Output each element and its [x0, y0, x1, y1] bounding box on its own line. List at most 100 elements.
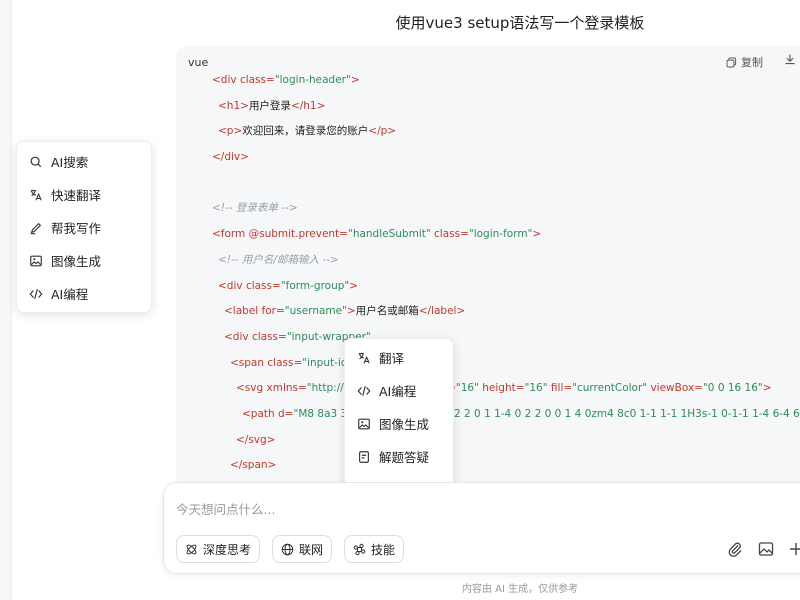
popup-menu-item-label: 图像生成	[379, 417, 430, 432]
code-block: vue 复制 <div class="login-header"> <h1>用户登…	[176, 46, 800, 486]
popup-menu-item[interactable]: 图像生成	[345, 407, 453, 440]
code-token: "16"	[524, 382, 548, 395]
image-upload-icon[interactable]	[758, 541, 774, 557]
code-token: <label	[224, 305, 262, 318]
code-token: <div	[224, 330, 252, 343]
code-token: "handleSubmit"	[347, 228, 431, 241]
code-token: a2-3a2 2 0 1 1-4 0 2 2 0 0 1 4 0zm4 8c0 …	[424, 407, 800, 420]
code-token: <form	[212, 228, 249, 241]
left-menu-item[interactable]: 图像生成	[17, 244, 151, 277]
code-icon	[357, 384, 371, 398]
skills-button[interactable]: 技能	[344, 535, 405, 563]
code-token: <p>	[218, 125, 243, 138]
code-line: <h1>用户登录</h1>	[176, 94, 800, 120]
popup-menu-item-label: 翻译	[379, 351, 405, 366]
code-line: <span class="input-icon"	[176, 351, 800, 377]
attachment-icon[interactable]	[727, 541, 743, 557]
code-token: viewBox=	[647, 382, 703, 395]
copy-icon	[726, 57, 737, 67]
code-token: <path	[242, 407, 279, 420]
code-token: xmlns=	[266, 382, 307, 395]
code-token: "form-group"	[280, 279, 350, 292]
code-token: class=	[267, 356, 303, 369]
popup-menu-item-label: 解题答疑	[379, 450, 430, 465]
search-icon	[29, 155, 43, 169]
code-token: class=	[251, 330, 287, 343]
code-line: <div class="input-wrapper"	[176, 325, 800, 351]
skills-label: 技能	[371, 542, 396, 557]
left-menu-item-label: AI搜索	[51, 155, 89, 170]
code-icon	[29, 287, 43, 301]
code-line: <p>欢迎回来，请登录您的账户</p>	[176, 119, 800, 145]
code-token: class=	[245, 279, 281, 292]
code-token: "login-header"	[274, 74, 351, 86]
download-icon	[785, 54, 795, 65]
code-line: <div class="form-group">	[176, 274, 800, 300]
image-icon	[29, 254, 43, 268]
deep-think-button[interactable]: 深度思考	[176, 535, 261, 563]
code-token: </div>	[212, 151, 249, 164]
code-token: d=	[278, 407, 294, 420]
code-token: </label>	[418, 305, 466, 318]
left-menu-item-label: 帮我写作	[51, 221, 102, 236]
translate-icon	[29, 188, 43, 202]
code-token: for=	[261, 305, 285, 318]
code-line: <svg xmlns="http://www th="16" height="1…	[176, 376, 800, 402]
left-menu-item[interactable]: 帮我写作	[17, 211, 151, 244]
left-gutter	[0, 0, 12, 600]
code-line: <!-- 用户名/邮箱输入 -->	[176, 248, 800, 274]
code-line: <form @submit.prevent="handleSubmit" cla…	[176, 222, 800, 248]
code-token: 用户登录	[248, 99, 291, 112]
web-search-button[interactable]: 联网	[272, 535, 333, 563]
chat-input[interactable]: 今天想问点什么...	[176, 499, 275, 518]
code-token: >	[346, 305, 356, 318]
composer: 今天想问点什么... 深度思考 联网 技能	[163, 482, 800, 574]
atom-icon	[186, 544, 197, 554]
code-token: "16"	[455, 382, 479, 395]
left-menu-item[interactable]: 快速翻译	[17, 178, 151, 211]
code-token: height=	[478, 382, 525, 395]
code-token: 用户名或邮箱	[355, 305, 419, 318]
code-token: <h1>	[218, 99, 249, 112]
left-quick-menu: AI搜索快速翻译帮我写作图像生成 AI编程	[16, 141, 152, 313]
code-token: <div	[218, 279, 246, 292]
code-token: fill=	[547, 382, 573, 395]
left-menu-item[interactable]: AI搜索	[17, 145, 151, 178]
code-token: class=	[239, 74, 275, 86]
code-line: <div class="login-header">	[176, 68, 800, 94]
code-line: </div>	[176, 145, 800, 171]
doc-icon	[357, 450, 371, 464]
code-line: </span>	[176, 453, 800, 479]
code-token: "login-form"	[468, 228, 533, 241]
deep-think-label: 深度思考	[203, 542, 252, 557]
code-token: </p>	[368, 125, 397, 138]
left-menu-item-label: AI编程	[51, 287, 89, 302]
globe-icon	[281, 543, 294, 555]
code-token: <!-- 登录表单 -->	[212, 202, 298, 215]
download-button[interactable]	[784, 53, 796, 68]
code-token: @submit.prevent=	[248, 228, 348, 241]
pen-icon	[29, 221, 43, 235]
popup-menu-item[interactable]: AI编程	[345, 374, 453, 407]
plus-icon[interactable]	[788, 541, 800, 557]
code-token: <!-- 用户名/邮箱输入 -->	[218, 253, 339, 266]
code-line: </svg>	[176, 428, 800, 454]
image-icon	[357, 417, 371, 431]
popup-menu-item[interactable]: 翻译	[345, 341, 453, 374]
left-menu-item-label: 图像生成	[51, 254, 102, 269]
command-icon	[353, 543, 366, 555]
popup-menu-item-label: AI编程	[379, 384, 417, 399]
code-token: <div	[212, 74, 240, 86]
code-token: "username"	[284, 305, 347, 318]
popup-menu-item[interactable]: 解题答疑	[345, 440, 453, 473]
code-token: </svg>	[236, 433, 276, 446]
left-menu-item[interactable]: AI编程	[17, 277, 151, 310]
disclaimer-note: 内容由 AI 生成，仅供参考	[461, 584, 579, 595]
code-token: </span>	[230, 459, 277, 472]
code-line: <path d="M8 8a3 3 0 a2-3a2 2 0 1 1-4 0 2…	[176, 402, 800, 428]
code-token: >	[349, 279, 359, 292]
left-menu-item-label: 快速翻译	[51, 188, 102, 203]
code-line: <label for="username">用户名或邮箱</label>	[176, 299, 800, 325]
code-token: <span	[230, 356, 268, 369]
